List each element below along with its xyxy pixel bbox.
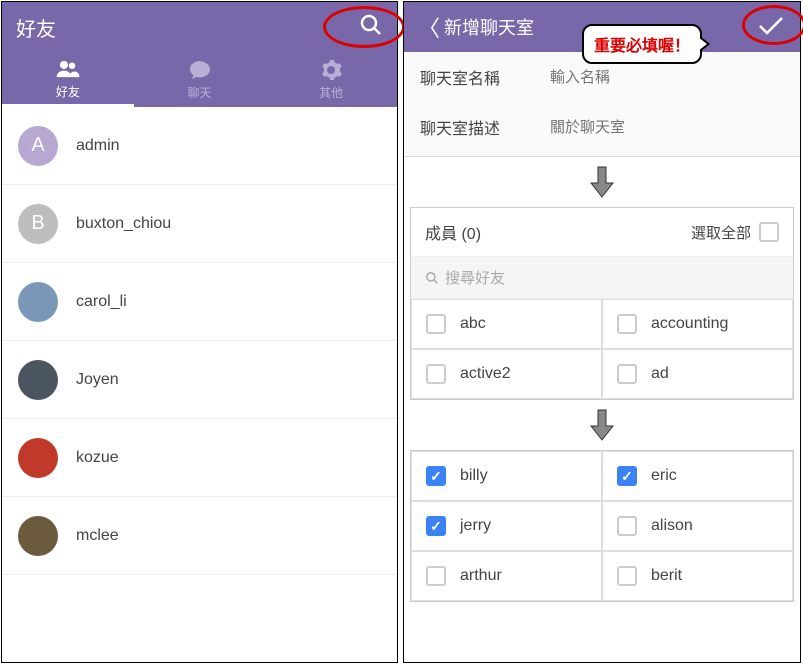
friend-name: mclee [76, 527, 119, 545]
checkbox-icon [426, 566, 446, 586]
form-row-desc: 聊天室描述 [404, 102, 800, 152]
friend-name: buxton_chiou [76, 215, 171, 233]
member-name: ad [651, 365, 669, 383]
chatroom-name-input[interactable] [550, 69, 784, 86]
tab-label: 聊天 [188, 84, 212, 101]
member-item[interactable]: active2 [411, 349, 602, 399]
member-item[interactable]: abc [411, 299, 602, 349]
friend-item[interactable]: Joyen [2, 341, 397, 419]
member-name: jerry [460, 517, 491, 535]
member-name: active2 [460, 365, 511, 383]
member-item[interactable]: berit [602, 551, 793, 601]
members-header: 成員 (0) 選取全部 [411, 208, 793, 256]
member-item[interactable]: accounting [602, 299, 793, 349]
checkbox-checked-icon [426, 516, 446, 536]
members-section: 成員 (0) 選取全部 搜尋好友 abc accounting active2 … [410, 207, 794, 400]
member-name: arthur [460, 567, 502, 585]
tab-label: 其他 [319, 84, 343, 101]
tab-label: 好友 [56, 83, 80, 100]
checkbox-checked-icon [617, 466, 637, 486]
checkbox-icon [617, 516, 637, 536]
search-placeholder-text: 搜尋好友 [445, 267, 505, 288]
checkbox-icon [426, 314, 446, 334]
tab-other[interactable]: 其他 [265, 52, 397, 107]
friend-item[interactable]: mclee [2, 497, 397, 575]
friend-list: Aadmin Bbuxton_chiou carol_li Joyen kozu… [2, 107, 397, 575]
confirm-button[interactable] [758, 16, 784, 41]
select-all-label: 選取全部 [691, 222, 751, 243]
callout-text: 重要必填喔！ [594, 38, 690, 55]
member-grid: billy eric jerry alison arthur berit [411, 451, 793, 601]
header-left: 好友 [2, 2, 397, 52]
friend-name: admin [76, 137, 120, 155]
members-title: 成員 (0) [425, 220, 481, 244]
checkbox-icon [759, 222, 779, 242]
member-name: abc [460, 315, 486, 333]
form-label-desc: 聊天室描述 [420, 115, 550, 139]
avatar: B [18, 204, 58, 244]
member-item[interactable]: eric [602, 451, 793, 501]
search-icon [425, 271, 439, 285]
checkbox-icon [617, 314, 637, 334]
chevron-left-icon: 〈 [418, 11, 440, 43]
annotation-arrow-down [589, 408, 615, 442]
member-item[interactable]: jerry [411, 501, 602, 551]
select-all-button[interactable]: 選取全部 [691, 222, 779, 243]
friend-name: Joyen [76, 371, 119, 389]
search-button[interactable] [359, 13, 383, 42]
form-label-name: 聊天室名稱 [420, 65, 550, 89]
friend-item[interactable]: Aadmin [2, 107, 397, 185]
friend-name: carol_li [76, 293, 127, 311]
member-name: eric [651, 467, 677, 485]
create-chatroom-panel: 〈 新增聊天室 重要必填喔！ 聊天室名稱 聊天室描述 [403, 1, 801, 663]
member-grid: abc accounting active2 ad [411, 299, 793, 399]
page-title: 好友 [16, 13, 56, 42]
tab-chat[interactable]: 聊天 [134, 52, 266, 107]
gear-icon [318, 58, 344, 82]
annotation-callout: 重要必填喔！ [582, 24, 702, 64]
annotation-arrow-down [589, 165, 615, 199]
members-selected-section: billy eric jerry alison arthur berit [410, 450, 794, 602]
friends-icon [55, 57, 81, 81]
friend-item[interactable]: carol_li [2, 263, 397, 341]
avatar [18, 360, 58, 400]
member-item[interactable]: arthur [411, 551, 602, 601]
chat-icon [187, 58, 213, 82]
member-item[interactable]: billy [411, 451, 602, 501]
check-icon [758, 16, 784, 36]
chatroom-form: 聊天室名稱 聊天室描述 [404, 52, 800, 157]
friends-panel: 好友 好友 聊天 其他 Aadmin Bbuxton_chiou carol_ [1, 1, 398, 663]
back-button[interactable]: 〈 新增聊天室 [418, 11, 534, 43]
checkbox-icon [617, 364, 637, 384]
member-name: alison [651, 517, 693, 535]
friend-name: kozue [76, 449, 119, 467]
member-item[interactable]: alison [602, 501, 793, 551]
page-title: 新增聊天室 [444, 14, 534, 40]
member-name: billy [460, 467, 488, 485]
friend-item[interactable]: Bbuxton_chiou [2, 185, 397, 263]
member-name: berit [651, 567, 682, 585]
chatroom-desc-input[interactable] [550, 119, 784, 136]
checkbox-icon [617, 566, 637, 586]
avatar [18, 438, 58, 478]
avatar [18, 282, 58, 322]
member-item[interactable]: ad [602, 349, 793, 399]
tab-bar: 好友 聊天 其他 [2, 52, 397, 107]
search-icon [359, 13, 383, 37]
avatar [18, 516, 58, 556]
friend-item[interactable]: kozue [2, 419, 397, 497]
member-name: accounting [651, 315, 728, 333]
checkbox-icon [426, 364, 446, 384]
avatar: A [18, 126, 58, 166]
member-search-input[interactable]: 搜尋好友 [411, 256, 793, 299]
tab-friends[interactable]: 好友 [2, 52, 134, 107]
checkbox-checked-icon [426, 466, 446, 486]
